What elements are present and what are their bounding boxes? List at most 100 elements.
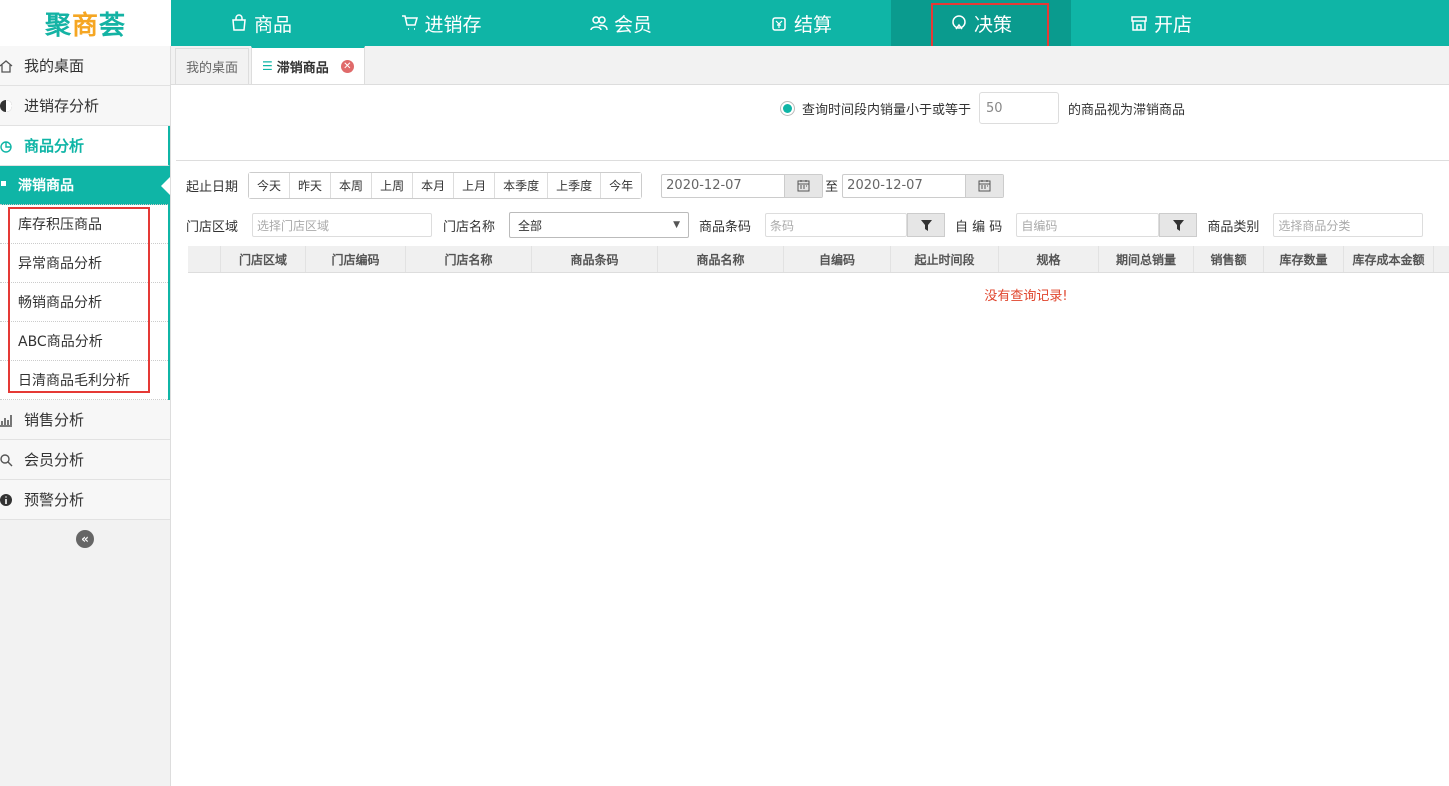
submenu-label: 滞销商品 [18,178,74,194]
divider [176,160,1449,161]
end-date-value: 2020-12-07 [847,178,923,193]
to-label: 至 [825,180,839,195]
nav-label: 开店 [1153,13,1192,36]
submenu-item-abnormal[interactable]: 异常商品分析 [0,244,168,283]
sidebar-item-sales-analysis[interactable]: 销售分析 [0,400,170,440]
decision-icon [950,14,968,32]
chart-icon [0,136,16,156]
sidebar-item-label: 我的桌面 [24,57,85,75]
date-filter-row: 起止日期 今天 昨天 本周 上周 本月 上月 本季度 上季度 今年 2020-1… [186,172,1005,199]
condition-prefix: 查询时间段内销量小于或等于 [802,102,972,118]
column-header[interactable]: 自编码 [784,246,891,272]
sidebar-item-label: 销售分析 [24,411,85,429]
column-header[interactable]: 销售额 [1194,246,1264,272]
nav-label: 商品 [253,13,292,36]
sidebar-item-inventory-analysis[interactable]: 进销存分析 [0,86,170,126]
date-preset-button[interactable]: 今年 [601,173,642,198]
nav-decision[interactable]: 决策 [891,0,1071,46]
column-header[interactable]: 库存数量 [1264,246,1344,272]
tab-slow-moving[interactable]: ☰ 滞销商品 ✕ [251,46,365,84]
app-logo: 聚商荟 [0,0,171,46]
condition-suffix: 的商品视为滞销商品 [1068,102,1186,118]
filter-icon[interactable] [907,213,946,237]
selfcode-input[interactable]: 自编码 [1016,213,1160,237]
submenu-label: 畅销商品分析 [18,295,102,311]
users-icon [590,14,608,32]
filter-icon[interactable] [1159,213,1198,237]
store-select[interactable]: 全部 ▼ [509,212,690,238]
date-preset-button[interactable]: 本月 [413,173,455,198]
date-preset-button[interactable]: 今天 [249,173,291,198]
date-preset-button[interactable]: 本周 [331,173,373,198]
tab-label: 滞销商品 [276,60,329,76]
sidebar-item-label: 预警分析 [24,491,85,509]
nav-inventory[interactable]: 进销存 [351,0,531,46]
sidebar-item-desktop[interactable]: 我的桌面 [0,46,170,86]
nav-members[interactable]: 会员 [531,0,711,46]
column-header[interactable]: 库存成本金额 [1344,246,1434,272]
column-header-select [188,246,221,272]
store-label: 门店名称 [443,219,496,235]
date-preset-button[interactable]: 上月 [454,173,496,198]
sidebar-item-label: 会员分析 [24,451,85,469]
nav-label: 进销存 [424,13,482,36]
nav-settlement[interactable]: 结算 [711,0,891,46]
date-preset-button[interactable]: 昨天 [290,173,332,198]
nav-label: 决策 [973,13,1012,36]
search-filter-row: 门店区域 选择门店区域 门店名称 全部 ▼ 商品条码 条码 自 编 码 自编码 … [186,212,1424,238]
column-header[interactable]: 规格 [999,246,1099,272]
column-header[interactable]: 门店编码 [306,246,406,272]
submenu-label: 库存积压商品 [18,217,102,233]
area-input[interactable]: 选择门店区域 [252,213,433,237]
calendar-icon[interactable] [965,174,1004,197]
area-label: 门店区域 [186,219,239,235]
store-select-value: 全部 [518,218,543,233]
start-date-value: 2020-12-07 [666,178,742,193]
logo-char: 荟 [99,10,127,41]
close-icon[interactable]: ✕ [340,59,354,73]
bag-icon [230,14,248,32]
column-header[interactable]: 期间总销量 [1099,246,1194,272]
nav-goods[interactable]: 商品 [171,0,351,46]
sidebar-item-label: 商品分析 [24,137,85,155]
double-chevron-left-icon: « [76,530,94,548]
pie-icon [0,96,16,116]
sidebar-item-goods-analysis[interactable]: 商品分析 [0,126,170,166]
selfcode-label: 自 编 码 [955,219,1003,235]
column-header[interactable]: 门店名称 [406,246,532,272]
submenu: 滞销商品 库存积压商品 异常商品分析 畅销商品分析 ABC商品分析 日清商品毛利… [0,166,170,400]
info-icon [0,490,16,510]
category-input[interactable]: 选择商品分类 [1273,213,1424,237]
submenu-item-abc[interactable]: ABC商品分析 [0,322,168,361]
submenu-item-slow-moving[interactable]: 滞销商品 [0,166,170,205]
logo-char: 聚 [44,10,72,41]
submenu-item-overstock[interactable]: 库存积压商品 [0,205,168,244]
sidebar-item-warning-analysis[interactable]: 预警分析 [0,480,170,520]
category-label: 商品类别 [1207,219,1260,235]
empty-message: 没有查询记录! [984,289,1068,304]
submenu-item-daily-margin[interactable]: 日清商品毛利分析 [0,361,168,400]
end-date-field[interactable]: 2020-12-07 [842,173,1005,198]
nav-store[interactable]: 开店 [1071,0,1251,46]
calendar-icon[interactable] [784,174,823,197]
date-preset-button[interactable]: 本季度 [495,173,549,198]
column-header[interactable]: 门店区域 [221,246,306,272]
sidebar-item-member-analysis[interactable]: 会员分析 [0,440,170,480]
condition-radio[interactable] [780,100,795,116]
sales-threshold-input[interactable]: 50 [979,92,1060,124]
column-header[interactable]: 商品条码 [532,246,658,272]
start-date-field[interactable]: 2020-12-07 [661,173,824,198]
tab-bar: 我的桌面 ☰ 滞销商品 ✕ [171,46,1449,85]
column-header[interactable]: 起止时间段 [891,246,999,272]
home-icon [0,56,16,76]
sidebar: 我的桌面 进销存分析 商品分析 滞销商品 库存积压商品 异常商品分析 畅销商品分… [0,46,171,786]
submenu-item-best-selling[interactable]: 畅销商品分析 [0,283,168,322]
column-header[interactable]: 商品名称 [658,246,784,272]
date-preset-button[interactable]: 上季度 [548,173,602,198]
date-preset-button[interactable]: 上周 [372,173,414,198]
table-header: 门店区域 门店编码 门店名称 商品条码 商品名称 自编码 起止时间段 规格 期间… [188,246,1449,273]
sidebar-collapse-button[interactable]: « [0,520,170,558]
tab-desktop[interactable]: 我的桌面 [175,48,250,84]
slow-moving-condition: 查询时间段内销量小于或等于 50 的商品视为滞销商品 [780,92,1185,124]
barcode-input[interactable]: 条码 [765,213,908,237]
